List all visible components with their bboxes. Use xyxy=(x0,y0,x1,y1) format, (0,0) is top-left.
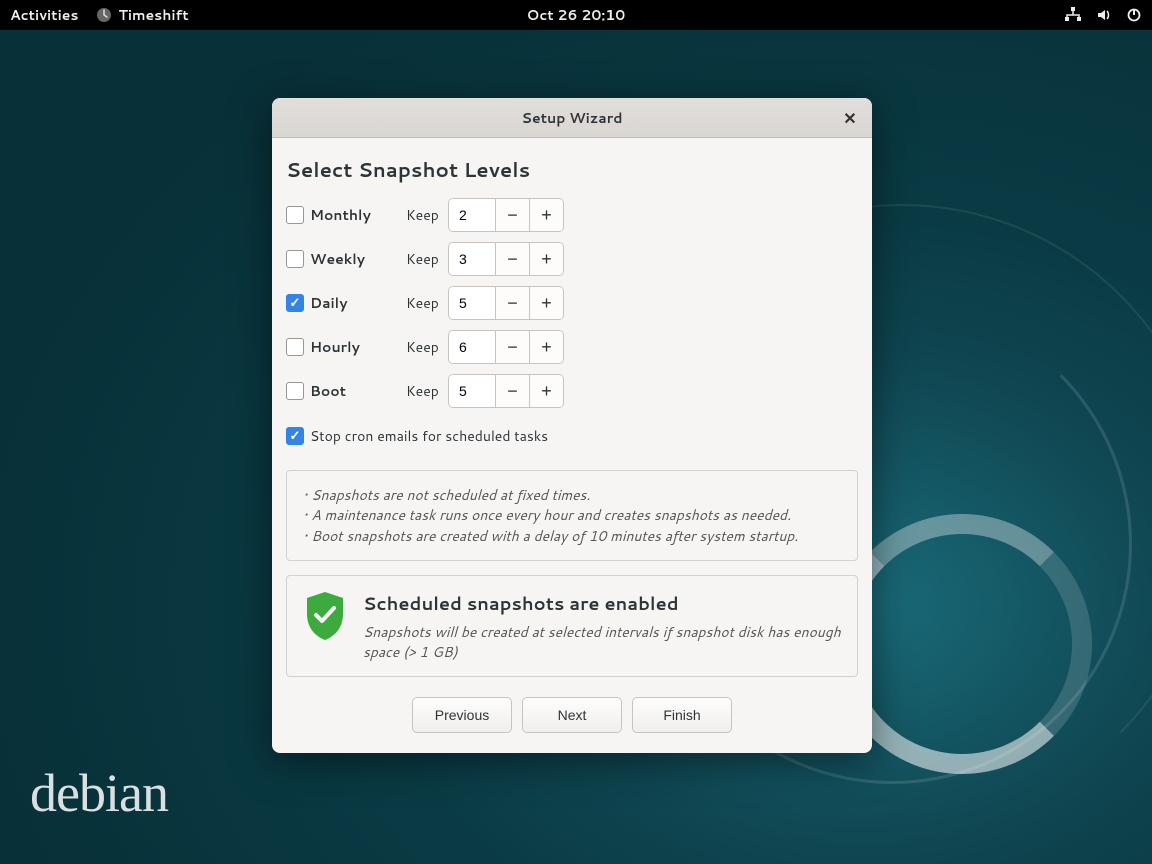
level-checkbox-hourly[interactable] xyxy=(286,338,304,356)
keep-input[interactable] xyxy=(449,199,495,231)
window-title: Setup Wizard xyxy=(522,108,623,128)
increment-button[interactable]: + xyxy=(529,331,563,363)
keep-input[interactable] xyxy=(449,331,495,363)
keep-spinbutton-boot: −+ xyxy=(448,374,564,408)
next-button[interactable]: Next xyxy=(522,697,622,733)
level-label: Hourly xyxy=(310,337,400,357)
decrement-button[interactable]: − xyxy=(495,243,529,275)
status-description: Snapshots will be created at selected in… xyxy=(363,622,841,662)
keep-input[interactable] xyxy=(449,287,495,319)
keep-input[interactable] xyxy=(449,375,495,407)
level-label: Daily xyxy=(310,293,400,313)
keep-spinbutton-monthly: −+ xyxy=(448,198,564,232)
stop-cron-checkbox[interactable] xyxy=(286,427,304,445)
volume-icon[interactable] xyxy=(1096,7,1112,23)
level-checkbox-monthly[interactable] xyxy=(286,206,304,224)
info-line: • Boot snapshots are created with a dela… xyxy=(303,526,841,546)
snapshot-levels-list: MonthlyKeep−+WeeklyKeep−+DailyKeep−+Hour… xyxy=(286,198,858,408)
power-icon[interactable] xyxy=(1126,7,1142,23)
level-row-weekly: Weekly Keep −+ xyxy=(286,242,858,276)
level-checkbox-boot[interactable] xyxy=(286,382,304,400)
level-row-boot: Boot Keep −+ xyxy=(286,374,858,408)
increment-button[interactable]: + xyxy=(529,199,563,231)
gnome-topbar: Activities Timeshift Oct 26 20:10 xyxy=(0,0,1152,30)
level-row-daily: Daily Keep −+ xyxy=(286,286,858,320)
shield-check-icon xyxy=(303,590,347,642)
app-menu[interactable]: Timeshift xyxy=(96,5,188,25)
close-icon[interactable]: ✕ xyxy=(838,106,862,130)
finish-button[interactable]: Finish xyxy=(632,697,732,733)
status-title: Scheduled snapshots are enabled xyxy=(363,590,841,616)
increment-button[interactable]: + xyxy=(529,375,563,407)
level-label: Monthly xyxy=(310,205,400,225)
keep-label: Keep xyxy=(406,337,442,357)
window-titlebar[interactable]: Setup Wizard ✕ xyxy=(272,98,872,138)
topbar-clock[interactable]: Oct 26 20:10 xyxy=(527,5,626,25)
stop-cron-label: Stop cron emails for scheduled tasks xyxy=(310,426,548,446)
increment-button[interactable]: + xyxy=(529,243,563,275)
level-row-hourly: Hourly Keep −+ xyxy=(286,330,858,364)
level-label: Boot xyxy=(310,381,400,401)
decrement-button[interactable]: − xyxy=(495,287,529,319)
network-icon[interactable] xyxy=(1064,6,1082,24)
level-checkbox-daily[interactable] xyxy=(286,294,304,312)
page-heading: Select Snapshot Levels xyxy=(286,156,858,184)
activities-button[interactable]: Activities xyxy=(10,5,78,25)
app-menu-label: Timeshift xyxy=(118,5,188,25)
status-box: Scheduled snapshots are enabled Snapshot… xyxy=(286,575,858,677)
setup-wizard-window: Setup Wizard ✕ Select Snapshot Levels Mo… xyxy=(272,98,872,753)
level-label: Weekly xyxy=(310,249,400,269)
keep-label: Keep xyxy=(406,381,442,401)
decrement-button[interactable]: − xyxy=(495,331,529,363)
timeshift-icon xyxy=(96,7,112,23)
decrement-button[interactable]: − xyxy=(495,375,529,407)
previous-button[interactable]: Previous xyxy=(412,697,512,733)
info-line: • Snapshots are not scheduled at fixed t… xyxy=(303,485,841,505)
info-box: • Snapshots are not scheduled at fixed t… xyxy=(286,470,858,561)
keep-spinbutton-weekly: −+ xyxy=(448,242,564,276)
decrement-button[interactable]: − xyxy=(495,199,529,231)
info-line: • A maintenance task runs once every hou… xyxy=(303,505,841,525)
keep-input[interactable] xyxy=(449,243,495,275)
keep-spinbutton-daily: −+ xyxy=(448,286,564,320)
level-row-monthly: Monthly Keep −+ xyxy=(286,198,858,232)
wizard-footer: Previous Next Finish xyxy=(286,691,858,735)
keep-label: Keep xyxy=(406,205,442,225)
increment-button[interactable]: + xyxy=(529,287,563,319)
keep-label: Keep xyxy=(406,249,442,269)
level-checkbox-weekly[interactable] xyxy=(286,250,304,268)
keep-label: Keep xyxy=(406,293,442,313)
debian-logo-text: debian xyxy=(30,762,168,824)
keep-spinbutton-hourly: −+ xyxy=(448,330,564,364)
